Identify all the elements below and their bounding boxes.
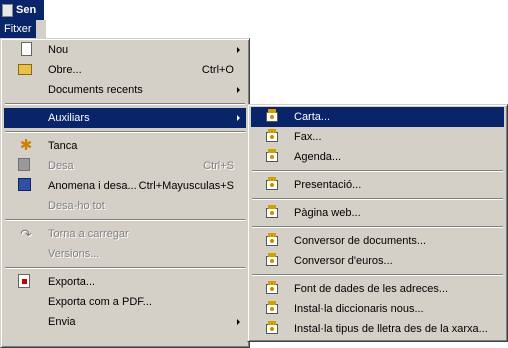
- menu-separator: [252, 198, 503, 200]
- menu-separator: [5, 103, 245, 105]
- menu-item-label: Documents recents: [48, 84, 143, 96]
- menu-item-label: Nou: [48, 44, 69, 56]
- wizard-icon: [265, 301, 279, 315]
- menu-item-label: Envia: [48, 316, 76, 328]
- submenu-arrow-icon: [237, 87, 240, 93]
- menu-separator: [5, 219, 245, 221]
- menu-item-exporta-pdf[interactable]: Exporta com a PDF...: [4, 292, 246, 312]
- menu-item-label: Instal·la tipus de lletra des de la xarx…: [294, 323, 488, 335]
- menu-item-conversor-documents[interactable]: Conversor de documents...: [251, 231, 504, 251]
- menu-item-auxiliars[interactable]: Auxiliars: [4, 108, 246, 128]
- menu-item-label: Pàgina web...: [294, 207, 361, 219]
- menu-item-label: Desa: [48, 160, 74, 172]
- submenu-arrow-icon: [237, 47, 240, 53]
- menu-bar: Fitxer: [0, 20, 46, 38]
- menu-item-shortcut: Ctrl+O: [201, 64, 234, 76]
- menu-item-nou[interactable]: Nou: [4, 40, 246, 60]
- menu-item-tanca[interactable]: ✱ Tanca: [4, 136, 246, 156]
- menu-item-desa[interactable]: Desa Ctrl+S: [4, 156, 246, 176]
- menu-item-label: Tanca: [48, 140, 78, 152]
- menu-item-anomena-i-desa[interactable]: Anomena i desa... Ctrl+Mayusculas+S: [4, 176, 246, 196]
- menu-item-label: Conversor de documents...: [294, 235, 427, 247]
- menu-item-obre[interactable]: Obre... Ctrl+O: [4, 60, 246, 80]
- wizard-icon: [265, 109, 279, 123]
- menu-item-label: Exporta...: [48, 276, 96, 288]
- open-folder-icon: [18, 64, 32, 75]
- submenu-arrow-icon: [237, 319, 240, 325]
- menu-item-label: Agenda...: [294, 151, 342, 163]
- wizard-icon: [265, 129, 279, 143]
- menu-item-carta[interactable]: Carta...: [251, 107, 504, 127]
- window-titlebar: Sen: [0, 0, 44, 20]
- wizard-icon: [265, 253, 279, 267]
- menu-item-label: Conversor d'euros...: [294, 255, 393, 267]
- menu-item-desa-ho-tot[interactable]: Desa-ho tot: [4, 196, 246, 216]
- wizard-icon: [265, 281, 279, 295]
- menu-separator: [5, 267, 245, 269]
- menu-separator: [252, 226, 503, 228]
- menu-item-documents-recents[interactable]: Documents recents: [4, 80, 246, 100]
- menu-item-label: Exporta com a PDF...: [48, 296, 152, 308]
- menu-item-envia[interactable]: Envia: [4, 312, 246, 332]
- menu-item-exporta[interactable]: Exporta...: [4, 272, 246, 292]
- menu-item-label: Carta...: [294, 111, 331, 123]
- menu-item-installa-diccionaris[interactable]: Instal·la diccionaris nous...: [251, 299, 504, 319]
- menu-item-pagina-web[interactable]: Pàgina web...: [251, 203, 504, 223]
- export-icon: [18, 274, 30, 288]
- new-document-icon: [21, 42, 32, 56]
- menu-item-torna-a-carregar[interactable]: ↷ Torna a carregar: [4, 224, 246, 244]
- menu-item-installa-tipus-lletra[interactable]: Instal·la tipus de lletra des de la xarx…: [251, 319, 504, 339]
- menu-item-label: Instal·la diccionaris nous...: [294, 303, 424, 315]
- menu-item-font-dades-adreces[interactable]: Font de dades de les adreces...: [251, 279, 504, 299]
- wizard-icon: [265, 205, 279, 219]
- close-document-icon: ✱: [19, 137, 33, 154]
- menu-item-label: Font de dades de les adreces...: [294, 283, 449, 295]
- menu-item-label: Anomena i desa...: [48, 180, 137, 192]
- wizard-icon: [265, 233, 279, 247]
- menu-item-label: Obre...: [48, 64, 82, 76]
- save-as-icon: [18, 178, 31, 191]
- menu-item-label: Presentació...: [294, 179, 362, 191]
- reload-icon: ↷: [20, 226, 32, 242]
- file-menu: Nou Obre... Ctrl+O Documents recents Aux…: [0, 38, 250, 348]
- menu-item-fax[interactable]: Fax...: [251, 127, 504, 147]
- menu-item-conversor-euros[interactable]: Conversor d'euros...: [251, 251, 504, 271]
- menu-item-shortcut: Ctrl+S: [203, 160, 234, 172]
- submenu-arrow-icon: [237, 115, 240, 121]
- menu-fitxer[interactable]: Fitxer: [0, 20, 36, 38]
- wizard-icon: [265, 177, 279, 191]
- menu-item-agenda[interactable]: Agenda...: [251, 147, 504, 167]
- menu-separator: [5, 131, 245, 133]
- menu-item-label: Auxiliars: [48, 112, 90, 124]
- save-icon: [18, 158, 30, 171]
- wizard-icon: [265, 149, 279, 163]
- wizard-icon: [265, 321, 279, 335]
- menu-item-label: Versions...: [48, 248, 100, 260]
- menu-item-presentacio[interactable]: Presentació...: [251, 175, 504, 195]
- menu-item-label: Fax...: [294, 131, 322, 143]
- menu-item-versions[interactable]: Versions...: [4, 244, 246, 264]
- wizards-submenu: Carta... Fax... Agenda... Presentació...…: [247, 104, 508, 342]
- menu-item-label: Torna a carregar: [48, 228, 129, 240]
- app-icon: [2, 3, 13, 17]
- window-title: Sen: [16, 4, 37, 16]
- menu-item-label: Desa-ho tot: [48, 200, 105, 212]
- menu-separator: [252, 170, 503, 172]
- menu-separator: [252, 274, 503, 276]
- menu-item-shortcut: Ctrl+Mayusculas+S: [138, 180, 234, 192]
